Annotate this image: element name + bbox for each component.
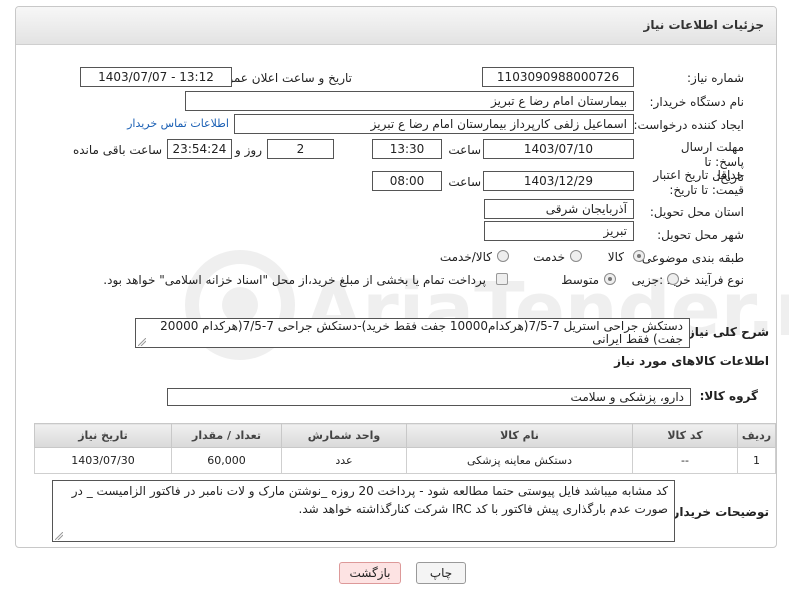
resize-grip-icon[interactable] — [55, 532, 63, 540]
province-field: آذربایجان شرقی — [484, 199, 634, 219]
city-field: تبریز — [484, 221, 634, 241]
category-radio-goods-service[interactable] — [497, 250, 509, 262]
validity-time-label: ساعت — [448, 175, 481, 189]
remaining-label: ساعت باقی مانده — [72, 143, 162, 157]
requester-field: اسماعیل زلفی کارپرداز بیمارستان امام رضا… — [234, 114, 634, 134]
province-label: استان محل تحویل: — [649, 205, 744, 219]
goods-group-field: دارو، پزشکی و سلامت — [167, 388, 691, 406]
col-quantity: تعداد / مقدار — [171, 423, 282, 448]
deadline-time-label: ساعت — [448, 143, 481, 157]
process-option-medium: متوسط — [561, 273, 599, 287]
buyer-org-field: بیمارستان امام رضا ع تبریز — [185, 91, 634, 111]
validity-date-field: 1403/12/29 — [483, 171, 634, 191]
goods-section-title: اطلاعات کالاهای مورد نیاز — [614, 354, 769, 368]
process-option-minor: جزیی — [631, 273, 659, 287]
need-number-label: شماره نیاز: — [687, 71, 744, 85]
cell-unit: عدد — [281, 447, 407, 474]
goods-table: ردیف کد کالا نام کالا واحد شمارش تعداد /… — [34, 423, 776, 474]
category-option-goods-service: کالا/خدمت — [439, 250, 492, 264]
panel-title: جزئیات اطلاعات نیاز — [643, 18, 764, 32]
category-option-goods: کالا — [607, 250, 624, 264]
cell-need-date: 1403/07/30 — [34, 447, 172, 474]
process-radio-medium[interactable] — [604, 273, 616, 285]
cell-goods-name: دستکش معاینه پزشکی — [406, 447, 633, 474]
contact-info-link[interactable]: اطلاعات تماس خریدار — [127, 117, 229, 130]
col-unit: واحد شمارش — [281, 423, 407, 448]
goods-group-label: گروه کالا: — [699, 389, 758, 403]
category-radio-service[interactable] — [570, 250, 582, 262]
cell-goods-code: -- — [632, 447, 738, 474]
buyer-notes-text: کد مشابه میباشد فایل پیوستی حتما مطالعه … — [71, 484, 668, 516]
panel-header: جزئیات اطلاعات نیاز — [16, 7, 776, 45]
table-header-row: ردیف کد کالا نام کالا واحد شمارش تعداد /… — [34, 423, 776, 448]
process-radio-minor[interactable] — [667, 273, 679, 285]
resize-grip-icon[interactable] — [138, 338, 146, 346]
buyer-notes-field: کد مشابه میباشد فایل پیوستی حتما مطالعه … — [52, 480, 675, 542]
category-radio-goods[interactable] — [633, 250, 645, 262]
cell-quantity: 60,000 — [171, 447, 282, 474]
col-row-number: ردیف — [737, 423, 776, 448]
days-remaining-field: 2 — [267, 139, 334, 159]
col-goods-code: کد کالا — [632, 423, 738, 448]
buyer-notes-label: توضیحات خریدار: — [667, 505, 769, 519]
treasury-payment-note: پرداخت تمام یا بخشی از مبلغ خرید،از محل … — [103, 273, 486, 287]
treasury-payment-checkbox[interactable] — [496, 273, 508, 285]
back-button[interactable]: بازگشت — [339, 562, 401, 584]
announce-datetime-field: 1403/07/07 - 13:12 — [80, 67, 232, 87]
general-desc-text: دستکش جراحی استریل 7-7/5(هرکدام10000 جفت… — [160, 319, 683, 346]
general-desc-field: دستکش جراحی استریل 7-7/5(هرکدام10000 جفت… — [135, 318, 690, 348]
validity-label: حداقل تاریخ اعتبار قیمت: تا تاریخ: — [653, 168, 744, 197]
deadline-date-field: 1403/07/10 — [483, 139, 634, 159]
buyer-org-label: نام دستگاه خریدار: — [649, 95, 745, 109]
validity-time-field: 08:00 — [372, 171, 442, 191]
category-label: طبقه بندی موضوعی: — [637, 251, 744, 265]
col-need-date: تاریخ نیاز — [34, 423, 172, 448]
days-label: روز و — [235, 143, 262, 157]
category-option-service: خدمت — [533, 250, 565, 264]
remaining-time-field: 23:54:24 — [167, 139, 232, 159]
need-number-field: 1103090988000726 — [482, 67, 634, 87]
general-desc-label: شرح کلی نیاز: — [683, 325, 769, 339]
col-goods-name: نام کالا — [406, 423, 633, 448]
requester-label: ایجاد کننده درخواست: — [633, 118, 744, 132]
print-button[interactable]: چاپ — [416, 562, 466, 584]
table-row[interactable]: 1 -- دستکش معاینه پزشکی عدد 60,000 1403/… — [34, 447, 776, 474]
deadline-time-field: 13:30 — [372, 139, 442, 159]
city-label: شهر محل تحویل: — [657, 228, 744, 242]
cell-row-number: 1 — [737, 447, 776, 474]
